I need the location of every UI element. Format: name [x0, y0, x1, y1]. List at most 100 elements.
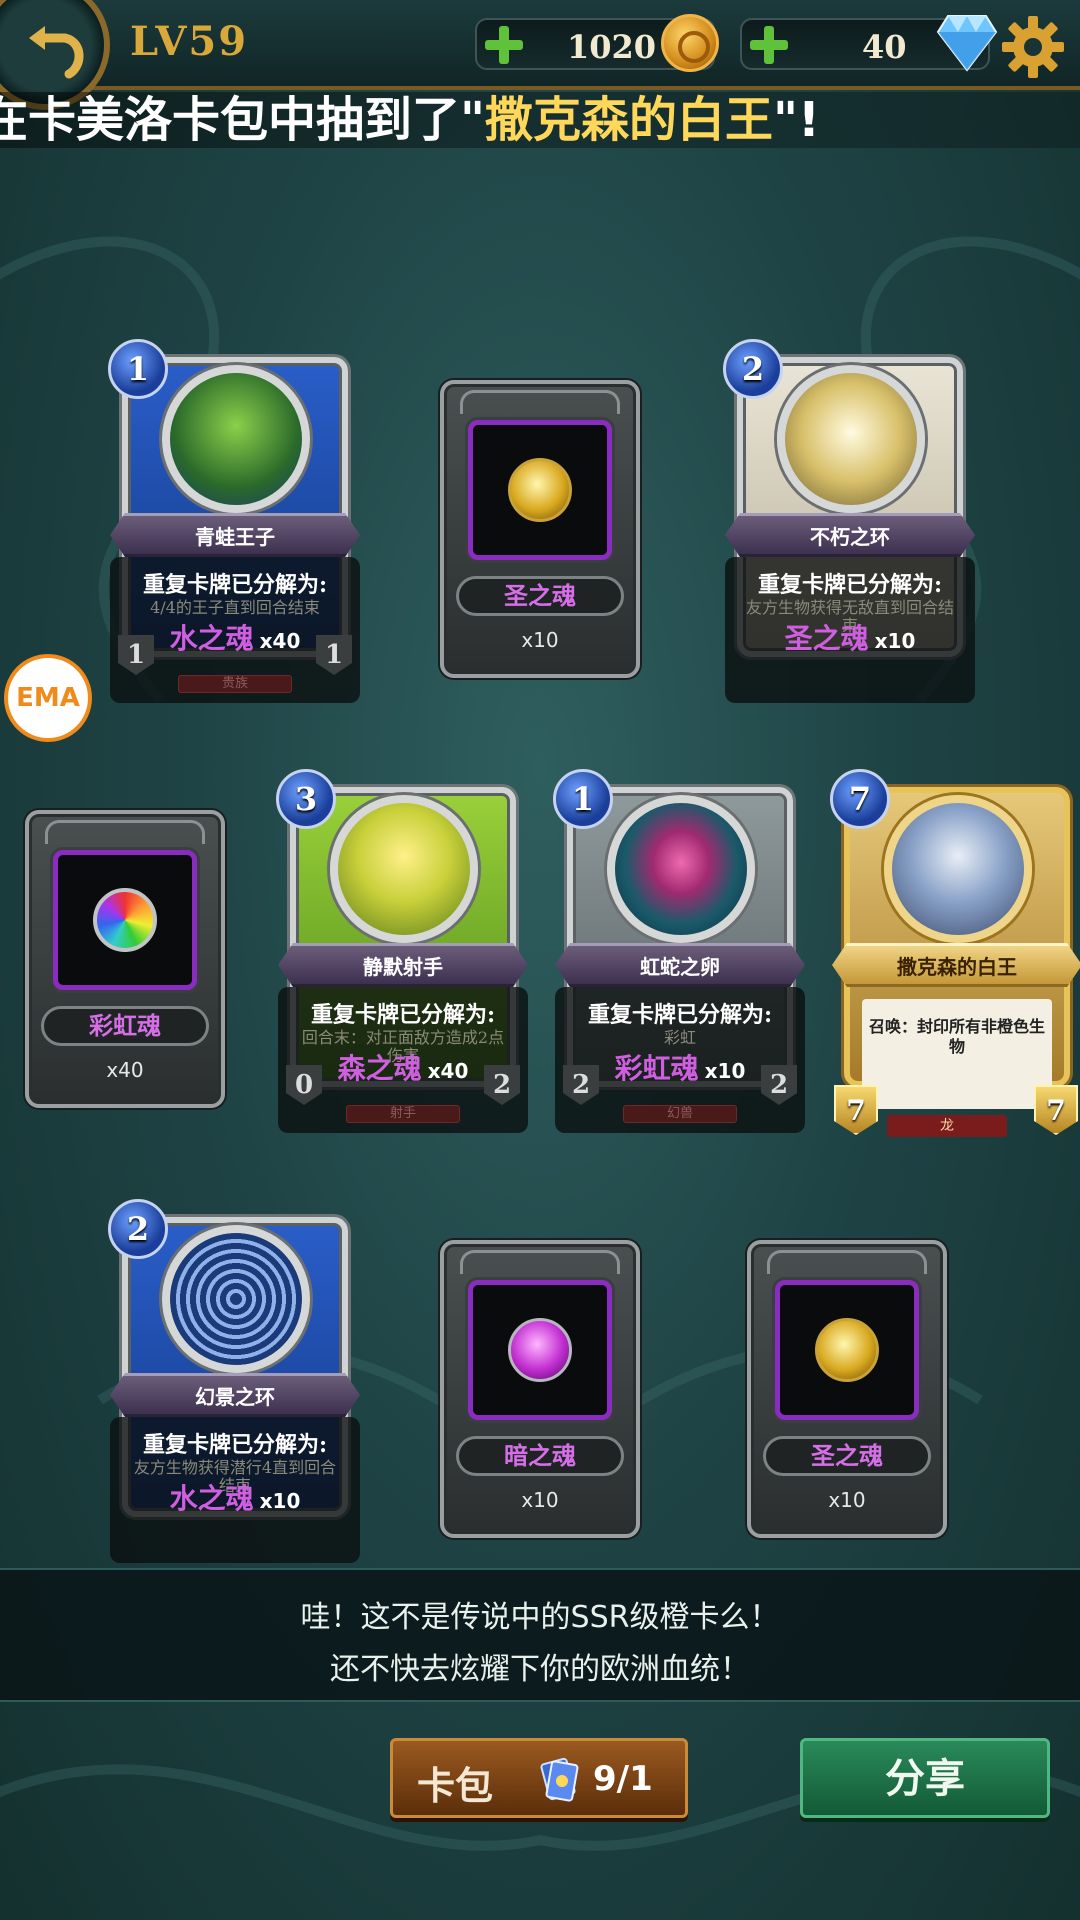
soul-multiplier: x10 [874, 629, 916, 653]
announcement-card-name: 撒克森的白王 [485, 92, 774, 148]
duplicate-overlay: 重复卡牌已分解为: 友方生物获得无敌直到回合结束 圣之魂 x10 [725, 557, 975, 703]
card-portrait [884, 795, 1032, 943]
soul-count: x10 [521, 1488, 559, 1512]
soul-card-holy[interactable]: 圣之魂 x10 [440, 380, 640, 678]
card-portrait [162, 365, 310, 513]
mana-cost: 1 [553, 769, 613, 829]
announcement-suffix: "! [773, 92, 820, 148]
soul-card-holy-2[interactable]: 圣之魂 x10 [747, 1240, 947, 1538]
duplicate-overlay: 重复卡牌已分解为: 友方生物获得潜行4直到回合结束 水之魂 x10 [110, 1417, 360, 1563]
overlay-title: 重复卡牌已分解为: [142, 1432, 328, 1458]
health-stat: 2 [484, 1065, 520, 1105]
card-white-king-of-saxons[interactable]: 7 撒克森的白王 召唤：封印所有非橙色生物 7 7 龙 [830, 769, 1080, 1145]
card-rainbow-serpent-egg[interactable]: 1 虹蛇之卵 重复卡牌已分解为: 彩虹 彩虹魂 x10 2 2 幻兽 [553, 769, 805, 1145]
message-line-2: 还不快去炫耀下你的欧洲血统！ [330, 1652, 750, 1687]
overlay-title: 重复卡牌已分解为: [142, 572, 328, 598]
soul-window [53, 850, 197, 990]
diamond-icon [936, 15, 998, 72]
announcement-text: 在卡美洛卡包中抽到了"撒克森的白王"! [0, 92, 820, 148]
soul-window [468, 1280, 612, 1420]
card-portrait [777, 365, 925, 513]
soul-card-dark[interactable]: 暗之魂 x10 [440, 1240, 640, 1538]
card-portrait [162, 1225, 310, 1373]
soul-name: 圣之魂 [784, 622, 869, 655]
add-gold-button[interactable] [477, 18, 531, 72]
card-portrait [607, 795, 755, 943]
card-name: 青蛙王子 [110, 513, 360, 557]
card-name: 幻景之环 [110, 1373, 360, 1417]
gem-amount: 40 [862, 28, 907, 66]
add-gems-button[interactable] [742, 18, 796, 72]
soul-window [468, 420, 612, 560]
card-frog-prince[interactable]: 1 青蛙王子 重复卡牌已分解为: 4/4的王子直到回合结束 水之魂 x40 1 1… [108, 339, 360, 715]
soul-name: 森之魂 [337, 1052, 422, 1085]
card-name: 静默射手 [278, 943, 528, 987]
mana-cost: 2 [108, 1199, 168, 1259]
mana-cost: 3 [276, 769, 336, 829]
settings-gear-icon[interactable] [1000, 14, 1066, 80]
overlay-title: 重复卡牌已分解为: [310, 1002, 496, 1028]
holy-soul-orb-icon [815, 1318, 879, 1382]
mana-cost: 7 [830, 769, 890, 829]
plus-icon [750, 26, 788, 64]
mana-cost: 2 [723, 339, 783, 399]
ema-badge[interactable]: EMA [4, 654, 92, 742]
soul-count: x10 [828, 1488, 866, 1512]
attack-stat: 1 [118, 635, 154, 675]
back-arrow-icon [29, 26, 84, 79]
card-pack-button[interactable]: 卡包 9/1 [390, 1738, 688, 1818]
attack-stat: 2 [563, 1065, 599, 1105]
coin-icon [661, 14, 719, 72]
result-message-box: 哇！这不是传说中的SSR级橙卡么！ 还不快去炫耀下你的欧洲血统！ [0, 1568, 1080, 1702]
card-description: 4/4的王子直到回合结束 [150, 598, 320, 617]
soul-card-rainbow[interactable]: 彩虹魂 x40 [25, 810, 225, 1108]
announcement-prefix: 在卡美洛卡包中抽到了" [0, 92, 486, 148]
frame-ornament [460, 390, 620, 414]
soul-name: 彩虹魂 [41, 1006, 209, 1046]
soul-name: 暗之魂 [456, 1436, 624, 1476]
frame-ornament [767, 1250, 927, 1274]
soul-name: 圣之魂 [763, 1436, 931, 1476]
health-stat: 1 [316, 635, 352, 675]
holy-soul-orb-icon [508, 458, 572, 522]
card-name: 不朽之环 [725, 513, 975, 557]
player-level: LV59 [130, 18, 249, 65]
share-button[interactable]: 分享 [800, 1738, 1050, 1818]
attack-stat: 7 [834, 1085, 878, 1135]
soul-name: 彩虹魂 [614, 1052, 699, 1085]
frame-ornament [45, 820, 205, 844]
frame-ornament [460, 1250, 620, 1274]
card-immortal-ring[interactable]: 2 不朽之环 重复卡牌已分解为: 友方生物获得无敌直到回合结束 圣之魂 x10 [723, 339, 975, 715]
card-pack-icon [540, 1757, 579, 1802]
overlay-title: 重复卡牌已分解为: [587, 1002, 773, 1028]
message-line-1: 哇！这不是传说中的SSR级橙卡么！ [300, 1600, 780, 1635]
gem-counter: 40 [740, 15, 998, 72]
soul-window [775, 1280, 919, 1420]
card-race: 幻兽 [623, 1105, 737, 1123]
duplicate-overlay: 重复卡牌已分解为: 彩虹 彩虹魂 x10 2 2 幻兽 [555, 987, 805, 1133]
duplicate-overlay: 重复卡牌已分解为: 4/4的王子直到回合结束 水之魂 x40 1 1 贵族 [110, 557, 360, 703]
pack-label: 卡包 [417, 1764, 494, 1808]
plus-icon [485, 26, 523, 64]
soul-multiplier: x40 [259, 629, 301, 653]
soul-name: 圣之魂 [456, 576, 624, 616]
soul-name: 水之魂 [169, 622, 254, 655]
card-description: 彩虹 [663, 1028, 696, 1047]
soul-reward: 圣之魂 x10 [725, 617, 975, 657]
soul-name: 水之魂 [169, 1482, 254, 1515]
card-race: 贵族 [178, 675, 292, 693]
soul-reward: 水之魂 x10 [110, 1477, 360, 1517]
top-bar: LV59 1020 40 [0, 0, 1080, 110]
card-mirage-ring[interactable]: 2 幻景之环 重复卡牌已分解为: 友方生物获得潜行4直到回合结束 水之魂 x10 [108, 1199, 360, 1575]
soul-count: x40 [106, 1058, 144, 1082]
soul-multiplier: x40 [427, 1059, 469, 1083]
card-silent-archer[interactable]: 3 静默射手 重复卡牌已分解为: 回合末：对正面敌方造成2点伤害 森之魂 x40 … [276, 769, 528, 1145]
soul-count: x10 [521, 628, 559, 652]
soul-multiplier: x10 [704, 1059, 746, 1083]
overlay-title: 重复卡牌已分解为: [757, 572, 943, 598]
health-stat: 7 [1034, 1085, 1078, 1135]
card-race: 龙 [887, 1115, 1007, 1137]
mana-cost: 1 [108, 339, 168, 399]
rainbow-soul-orb-icon [93, 888, 157, 952]
attack-stat: 0 [286, 1065, 322, 1105]
